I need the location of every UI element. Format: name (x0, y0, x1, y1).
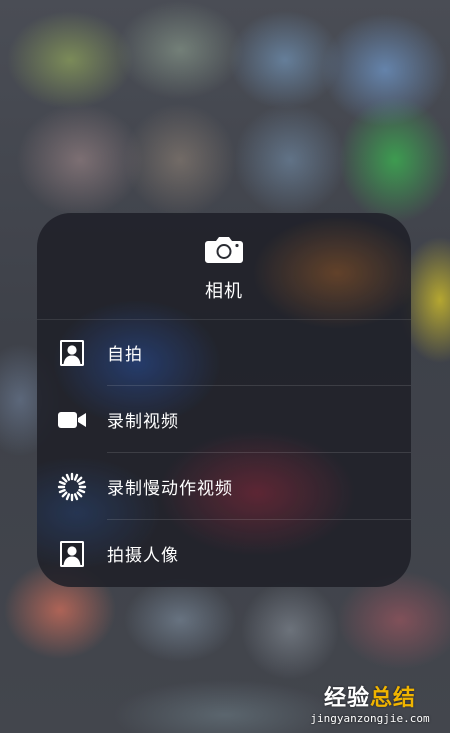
action-label: 自拍 (107, 345, 143, 365)
watermark-url: jingyanzongjie.com (310, 712, 430, 725)
watermark-title: 经验总结 (300, 680, 440, 712)
camera-icon (205, 237, 243, 263)
watermark-part2: 总结 (370, 686, 417, 711)
site-watermark: 经验总结 jingyanzongjie.com (300, 680, 440, 725)
panel-header: 相机 (37, 213, 411, 320)
action-record-slow-motion[interactable]: 录制慢动作视频 (37, 453, 411, 520)
slow-motion-icon (57, 472, 87, 502)
action-label: 录制视频 (107, 412, 179, 432)
video-camera-icon (57, 405, 87, 435)
portrait-icon (57, 539, 87, 569)
action-label: 录制慢动作视频 (107, 479, 233, 499)
camera-quick-actions-panel: 相机 自拍 录制视频 录制慢动作视频 拍摄人像 (37, 213, 411, 587)
action-label: 拍摄人像 (107, 546, 179, 566)
action-record-video[interactable]: 录制视频 (37, 386, 411, 453)
action-take-portrait[interactable]: 拍摄人像 (37, 520, 411, 587)
watermark-part1: 经验 (323, 686, 370, 711)
action-selfie[interactable]: 自拍 (37, 319, 411, 386)
panel-title: 相机 (205, 281, 243, 302)
selfie-portrait-icon (57, 338, 87, 368)
